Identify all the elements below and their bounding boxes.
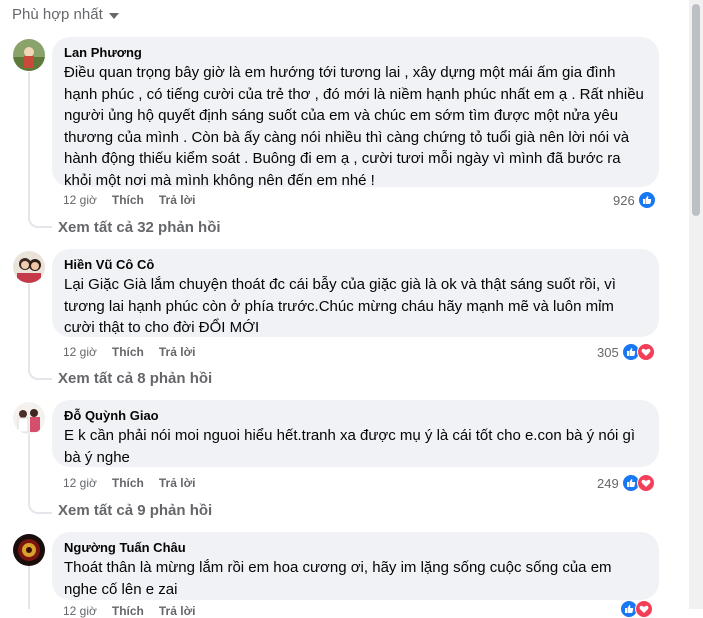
comment-time[interactable]: 12 giờ [63,193,97,207]
avatar[interactable] [13,39,45,71]
comment-time[interactable]: 12 giờ [63,604,97,618]
thread-curve [28,498,52,514]
see-replies-link[interactable]: Xem tất cả 8 phản hồi [58,370,212,387]
comment-bubble: Ngường Tuấn Châu Thoát thân là mừng lắm … [52,532,659,600]
like-button[interactable]: Thích [112,476,144,490]
comment-text: E k cần phải nói moi nguoi hiểu hết.tran… [64,427,636,466]
sort-dropdown[interactable]: Phù hợp nhất [12,6,119,23]
reply-button[interactable]: Trả lời [159,476,196,490]
reaction-count: 926 [613,192,635,208]
thread-curve [28,364,52,380]
comment-actions: 12 giờ Thích Trả lời [63,604,195,618]
comment-text: Điều quan trọng bây giờ là em hướng tới … [64,64,644,189]
thread-curve [28,212,52,228]
reaction-count: 249 [597,475,619,491]
reaction-summary[interactable]: 305 [597,343,655,361]
comment-actions: 12 giờ Thích Trả lời [63,345,195,359]
like-button[interactable]: Thích [112,345,144,359]
see-replies-link[interactable]: Xem tất cả 9 phản hồi [58,502,212,519]
scrollbar[interactable] [689,0,703,609]
reaction-count: 305 [597,344,619,360]
chevron-down-icon [108,13,119,19]
reply-button[interactable]: Trả lời [159,193,196,207]
love-reaction-icon [635,600,653,618]
comment-text: Thoát thân là mừng lắm rồi em hoa cương … [64,559,612,598]
thread-line [28,72,30,214]
comment-time[interactable]: 12 giờ [63,476,97,490]
like-button[interactable]: Thích [112,193,144,207]
comment-author[interactable]: Ngường Tuấn Châu [64,539,647,556]
avatar[interactable] [13,251,45,283]
thread-line [28,434,30,500]
comment-author[interactable]: Đỗ Quỳnh Giao [64,407,647,424]
sort-label: Phù hợp nhất [12,6,103,23]
avatar[interactable] [13,534,45,566]
love-reaction-icon [636,474,655,492]
scrollbar-thumb[interactable] [692,4,700,216]
comment-actions: 12 giờ Thích Trả lời [63,476,195,490]
comment-author[interactable]: Hiền Vũ Cô Cô [64,256,647,273]
like-button[interactable]: Thích [112,604,144,618]
reply-button[interactable]: Trả lời [159,604,196,618]
like-reaction-icon [637,191,656,209]
comment-bubble: Đỗ Quỳnh Giao E k cần phải nói moi nguoi… [52,400,659,467]
reply-button[interactable]: Trả lời [159,345,196,359]
comment-author[interactable]: Lan Phương [64,44,647,61]
comment-bubble: Lan Phương Điều quan trọng bây giờ là em… [52,37,659,189]
comment-bubble: Hiền Vũ Cô Cô Lại Giặc Già lắm chuyện th… [52,249,659,337]
love-reaction-icon [636,343,655,361]
reaction-summary[interactable]: 249 [597,474,655,492]
comment-time[interactable]: 12 giờ [63,345,97,359]
reaction-summary[interactable] [620,600,653,618]
thread-line [28,284,30,366]
comment-text: Lại Giặc Già lắm chuyện thoát đc cái bẫy… [64,276,616,336]
avatar[interactable] [13,402,45,434]
comment-actions: 12 giờ Thích Trả lời [63,193,195,207]
reaction-summary[interactable]: 926 [613,191,656,209]
see-replies-link[interactable]: Xem tất cả 32 phản hồi [58,219,221,236]
thread-line [28,566,30,609]
